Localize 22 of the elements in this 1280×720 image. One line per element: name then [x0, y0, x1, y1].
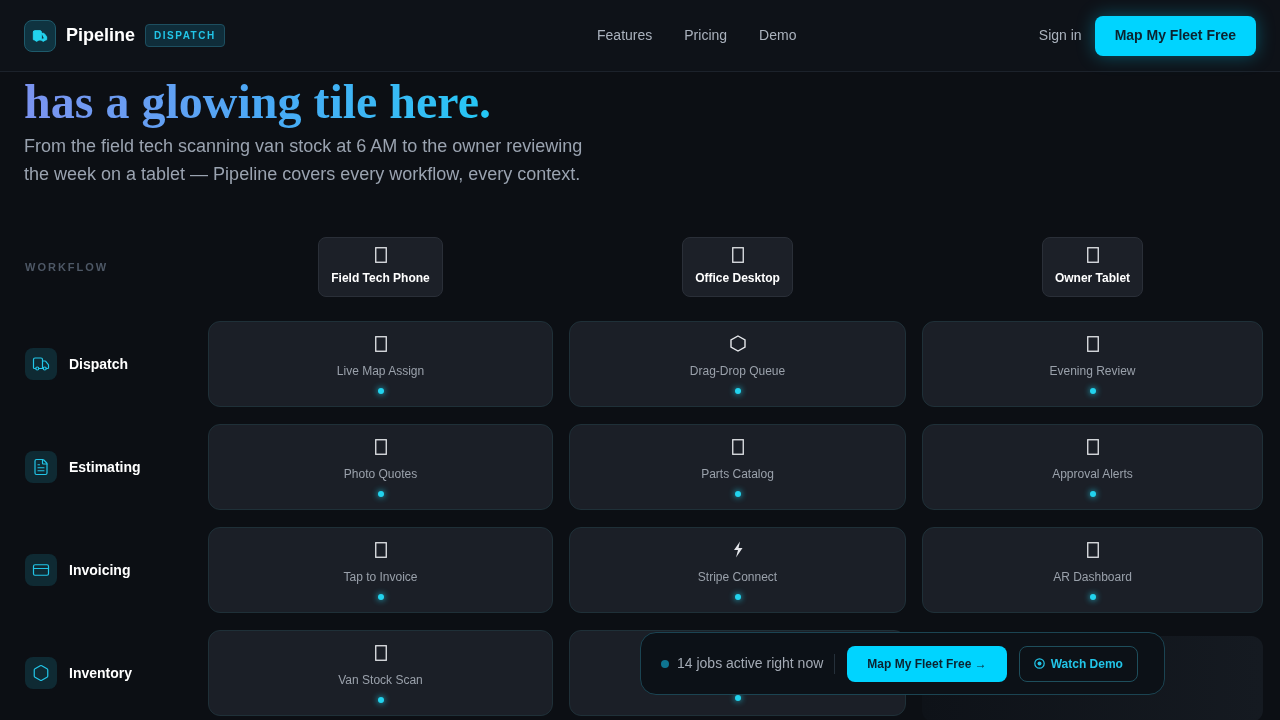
- device-header: Office Desktop: [682, 237, 793, 297]
- feature-label: Parts Catalog: [701, 466, 774, 483]
- feature-label: AR Dashboard: [1053, 569, 1132, 586]
- subtitle: From the field tech scanning van stock at 6 AM to the owner reviewing the week on a tablet — Pipeline covers every workflow, every context.: [24, 135, 584, 186]
- product-tag: DISPATCH: [145, 24, 225, 47]
- feature-label: Photo Quotes: [343, 466, 418, 483]
- active-jobs-text: 14 jobs active right now: [677, 654, 824, 673]
- feature-label: Evening Review: [1049, 363, 1136, 380]
- workflow-label: Estimating: [69, 457, 141, 477]
- feature-label: Stripe Connect: [697, 569, 778, 586]
- column-heading: WORKFLOW: [24, 259, 109, 275]
- device-header: Field Tech Phone: [318, 237, 443, 297]
- feature-label: Drag-Drop Queue: [689, 363, 786, 380]
- device-header: Owner Tablet: [1041, 237, 1144, 297]
- workflow-label: Inventory: [69, 663, 132, 683]
- feature-label: Tap to Invoice: [343, 569, 418, 586]
- workflow-label: Dispatch: [69, 354, 129, 374]
- feature-label: Approval Alerts: [1052, 466, 1133, 483]
- brand-name: Pipeline: [66, 24, 136, 47]
- feature-label: Van Stock Scan: [338, 672, 423, 689]
- feature-label: Live Map Assign: [336, 363, 425, 380]
- workflow-label: Invoicing: [69, 560, 131, 580]
